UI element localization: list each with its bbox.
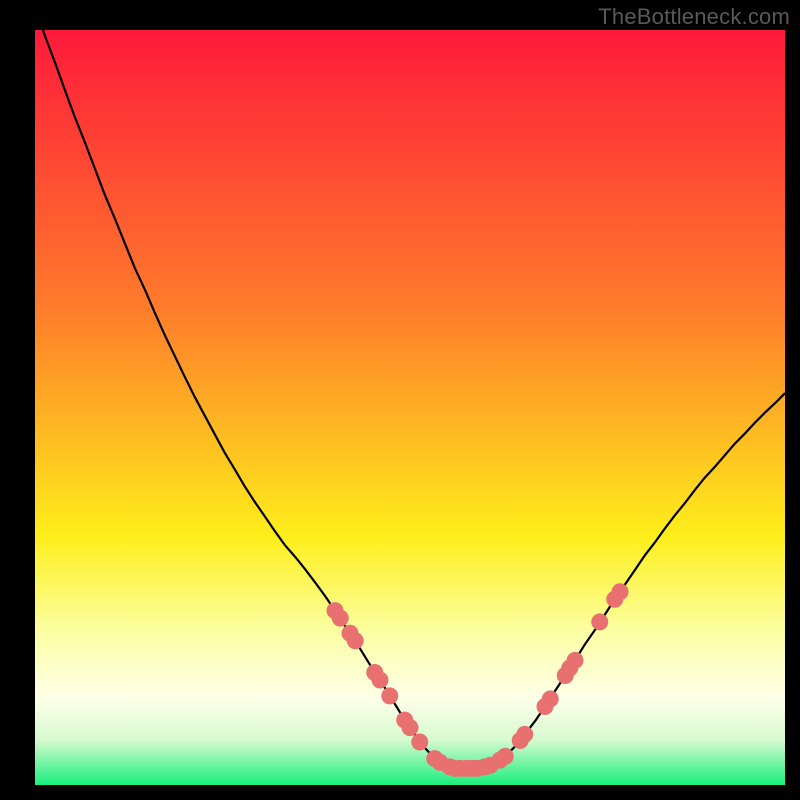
curve-marker (567, 652, 584, 669)
curve-marker (411, 733, 428, 750)
curve-marker (347, 632, 364, 649)
curve-marker (381, 687, 398, 704)
curve-marker (332, 610, 349, 627)
plot-background (35, 30, 785, 785)
curve-marker (497, 748, 514, 765)
curve-marker (372, 672, 389, 689)
curve-marker (542, 690, 559, 707)
bottleneck-plot (35, 30, 785, 785)
curve-marker (612, 583, 629, 600)
curve-marker (402, 719, 419, 736)
curve-marker (516, 726, 533, 743)
curve-marker (591, 613, 608, 630)
watermark-text: TheBottleneck.com (598, 4, 790, 30)
chart-frame: TheBottleneck.com (0, 0, 800, 800)
